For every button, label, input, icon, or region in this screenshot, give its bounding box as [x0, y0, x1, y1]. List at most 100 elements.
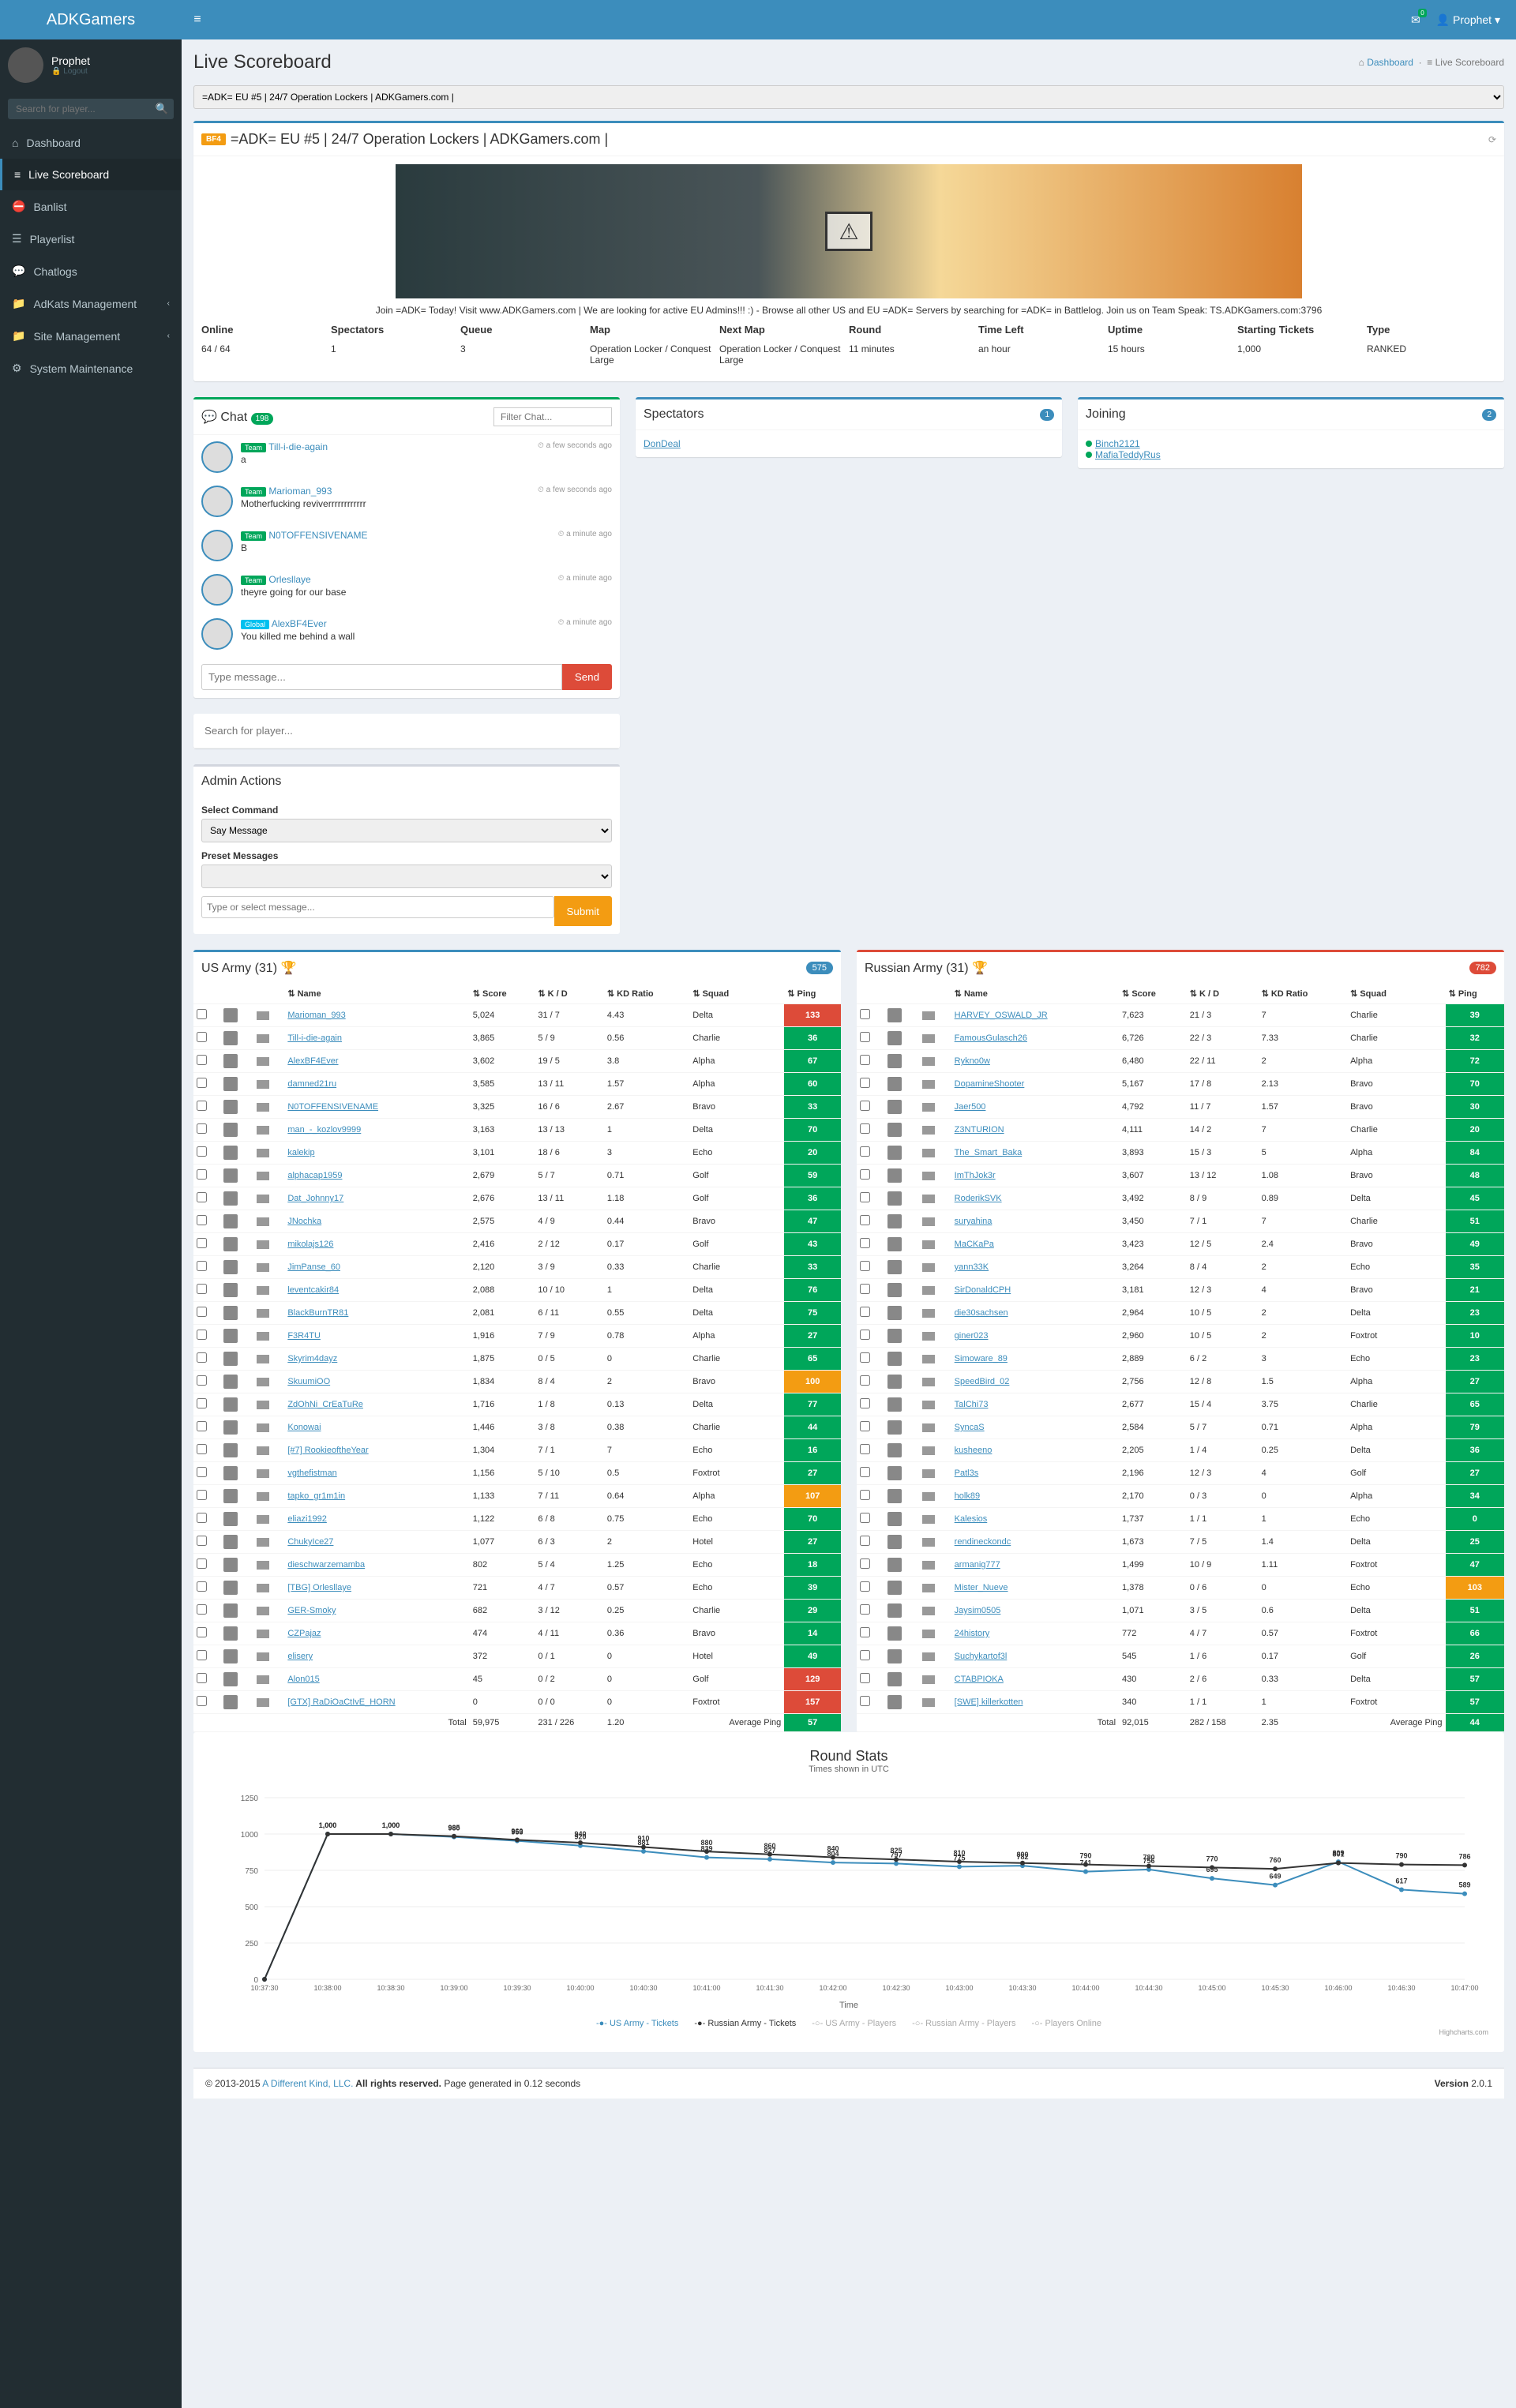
row-checkbox[interactable] [860, 1055, 870, 1065]
player-link[interactable]: tapko_gr1m1in [287, 1491, 345, 1501]
chat-message-input[interactable] [201, 664, 562, 690]
player-link[interactable]: F3R4TU [287, 1331, 321, 1341]
player-link[interactable]: ChukyIce27 [287, 1537, 333, 1547]
player-link[interactable]: The_Smart_Baka [955, 1148, 1023, 1157]
row-checkbox[interactable] [197, 1467, 207, 1477]
preset-select[interactable] [201, 865, 612, 888]
player-link[interactable]: MaCKaPa [955, 1240, 994, 1249]
user-menu[interactable]: 👤 Prophet ▾ [1436, 13, 1500, 27]
player-link[interactable]: Marioman_993 [287, 1011, 345, 1020]
refresh-icon[interactable]: ⟳ [1488, 134, 1496, 145]
player-link[interactable]: Suchykartof3l [955, 1652, 1008, 1661]
col-header[interactable] [884, 984, 919, 1004]
admin-message-input[interactable] [201, 896, 554, 918]
player-link[interactable]: eliazi1992 [287, 1514, 327, 1524]
chat-player-link[interactable]: Marioman_993 [268, 486, 332, 497]
player-link[interactable]: Konowai [287, 1423, 321, 1432]
row-checkbox[interactable] [197, 1696, 207, 1706]
row-checkbox[interactable] [197, 1627, 207, 1637]
row-checkbox[interactable] [860, 1284, 870, 1294]
bc-dashboard[interactable]: Dashboard [1367, 57, 1413, 68]
row-checkbox[interactable] [860, 1650, 870, 1660]
row-checkbox[interactable] [860, 1330, 870, 1340]
player-link[interactable]: alphacap1959 [287, 1171, 342, 1180]
col-header[interactable]: ⇅ Ping [784, 984, 841, 1004]
brand-logo[interactable]: ADKGamers [0, 0, 182, 39]
command-select[interactable]: Say Message [201, 819, 612, 842]
player-link[interactable]: die30sachsen [955, 1308, 1008, 1318]
row-checkbox[interactable] [860, 1490, 870, 1500]
player-search-input[interactable] [201, 722, 612, 740]
spectator-item[interactable]: DonDeal [644, 438, 1054, 449]
col-header[interactable]: ⇅ Ping [1446, 984, 1504, 1004]
row-checkbox[interactable] [860, 1101, 870, 1111]
row-checkbox[interactable] [860, 1375, 870, 1386]
player-link[interactable]: rendineckondc [955, 1537, 1011, 1547]
player-link[interactable]: dieschwarzemamba [287, 1560, 365, 1570]
legend-item[interactable]: -○- US Army - Players [812, 2019, 896, 2028]
row-checkbox[interactable] [860, 1398, 870, 1408]
sidebar-item-chatlogs[interactable]: 💬Chatlogs [0, 255, 182, 287]
player-link[interactable]: Till-i-die-again [287, 1033, 342, 1043]
row-checkbox[interactable] [197, 1352, 207, 1363]
sidebar-search-input[interactable] [8, 99, 150, 119]
chat-player-link[interactable]: N0TOFFENSIVENAME [268, 530, 367, 541]
sidebar-item-adkats-management[interactable]: 📁AdKats Management‹ [0, 287, 182, 320]
row-checkbox[interactable] [197, 1238, 207, 1248]
row-checkbox[interactable] [197, 1604, 207, 1615]
sidebar-item-system-maintenance[interactable]: ⚙System Maintenance [0, 352, 182, 384]
player-link[interactable]: SkuumiOO [287, 1377, 330, 1386]
player-link[interactable]: armanig777 [955, 1560, 1000, 1570]
sidebar-item-live-scoreboard[interactable]: ≡Live Scoreboard [0, 159, 182, 190]
player-link[interactable]: RoderikSVK [955, 1194, 1002, 1203]
col-header[interactable]: ⇅ KD Ratio [604, 984, 689, 1004]
footer-brand-link[interactable]: A Different Kind, LLC. [262, 2078, 353, 2089]
row-checkbox[interactable] [860, 1261, 870, 1271]
chat-player-link[interactable]: Till-i-die-again [268, 441, 328, 452]
row-checkbox[interactable] [197, 1169, 207, 1180]
row-checkbox[interactable] [197, 1421, 207, 1431]
sidebar-item-dashboard[interactable]: ⌂Dashboard [0, 127, 182, 159]
row-checkbox[interactable] [860, 1307, 870, 1317]
legend-item[interactable]: -●- Russian Army - Tickets [694, 2019, 796, 2028]
row-checkbox[interactable] [860, 1604, 870, 1615]
row-checkbox[interactable] [197, 1398, 207, 1408]
player-link[interactable]: leventcakir84 [287, 1285, 339, 1295]
chat-player-link[interactable]: AlexBF4Ever [272, 618, 327, 629]
player-link[interactable]: mikolajs126 [287, 1240, 333, 1249]
player-link[interactable]: holk89 [955, 1491, 980, 1501]
row-checkbox[interactable] [197, 1055, 207, 1065]
row-checkbox[interactable] [860, 1536, 870, 1546]
row-checkbox[interactable] [197, 1078, 207, 1088]
player-link[interactable]: elisery [287, 1652, 313, 1661]
player-link[interactable]: damned21ru [287, 1079, 336, 1089]
col-header[interactable]: ⇅ Name [284, 984, 469, 1004]
player-link[interactable]: [#7] RookieoftheYear [287, 1446, 368, 1455]
legend-item[interactable]: -○- Russian Army - Players [912, 2019, 1015, 2028]
chat-filter-input[interactable] [493, 407, 612, 426]
sidebar-item-site-management[interactable]: 📁Site Management‹ [0, 320, 182, 352]
player-link[interactable]: Skyrim4dayz [287, 1354, 337, 1363]
row-checkbox[interactable] [860, 1032, 870, 1042]
legend-item[interactable]: -○- Players Online [1031, 2019, 1101, 2028]
player-link[interactable]: Patl3s [955, 1468, 979, 1478]
player-link[interactable]: yann33K [955, 1262, 989, 1272]
row-checkbox[interactable] [860, 1444, 870, 1454]
row-checkbox[interactable] [197, 1650, 207, 1660]
col-header[interactable]: ⇅ K / D [1187, 984, 1259, 1004]
row-checkbox[interactable] [197, 1490, 207, 1500]
row-checkbox[interactable] [860, 1352, 870, 1363]
player-link[interactable]: vgthefistman [287, 1468, 336, 1478]
sidebar-toggle[interactable]: ≡ [182, 13, 213, 27]
col-header[interactable] [220, 984, 253, 1004]
joining-item[interactable]: Binch2121 [1086, 438, 1496, 449]
row-checkbox[interactable] [860, 1238, 870, 1248]
row-checkbox[interactable] [197, 1032, 207, 1042]
player-link[interactable]: AlexBF4Ever [287, 1056, 338, 1066]
player-link[interactable]: [SWE] killerkotten [955, 1697, 1023, 1707]
row-checkbox[interactable] [197, 1444, 207, 1454]
col-header[interactable] [919, 984, 951, 1004]
row-checkbox[interactable] [860, 1215, 870, 1225]
col-header[interactable]: ⇅ Squad [1347, 984, 1446, 1004]
legend-item[interactable]: -●- US Army - Tickets [596, 2019, 678, 2028]
